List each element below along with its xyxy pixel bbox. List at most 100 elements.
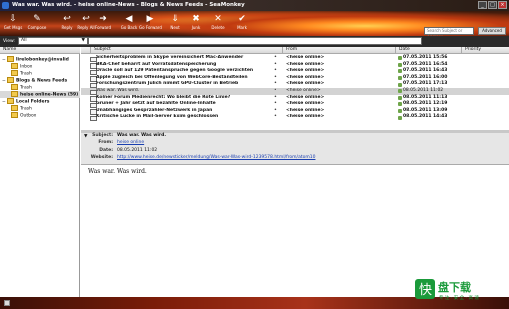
column-subject-label: Subject [94,47,111,52]
folder-item[interactable]: − lirelobonkey@invalid [0,56,80,63]
table-row[interactable]: Was war. Was wird. • <heise online> 08.05.2… [81,88,509,95]
search-input[interactable]: Search Subject or Address [424,27,474,39]
read-status-icon[interactable]: • [274,68,277,75]
back-icon: ◀ [125,14,133,24]
column-from[interactable]: From [282,47,395,54]
forward-button[interactable]: ➜ Forward [92,13,114,36]
junk-status-icon[interactable] [398,89,402,94]
column-thread-icon[interactable] [81,47,90,54]
column-date-label: Date [399,47,410,52]
folder-item[interactable]: Trash [0,84,80,91]
junk-status-icon[interactable] [398,115,402,120]
row-from: <heise online> [286,68,325,74]
row-subject: Sicherheitsproblem in Skype vereinsicher… [96,55,244,60]
junk-status-icon[interactable] [398,82,402,87]
table-row[interactable]: Oracle soll auf 129 Patentansprüche gege… [81,68,509,76]
folder-item[interactable]: Outbox [0,112,80,119]
message-from-link[interactable]: heise online [117,140,144,146]
delete-icon: ✕ [214,14,222,24]
read-status-icon[interactable]: • [274,95,277,102]
column-priority[interactable]: Priority [461,47,509,54]
folder-item[interactable]: Inbox [0,63,80,70]
folder-label: Outbox [20,113,37,119]
row-from: <heise online> [286,74,325,80]
junk-status-icon[interactable] [398,108,402,113]
row-from: <heise online> [286,61,325,67]
read-status-icon[interactable]: • [274,81,277,88]
read-status-icon[interactable]: • [274,88,277,95]
read-status-icon[interactable]: • [274,108,277,115]
svg-text:专 注 · 安 全 · 高 速: 专 注 · 安 全 · 高 速 [439,294,479,301]
go-forward-button[interactable]: ▶ Go Forward [139,13,162,36]
go-back-button[interactable]: ◀ Go Back [118,13,140,36]
column-date[interactable]: Date [395,47,461,54]
next-button[interactable]: ⇓ Next [164,13,186,36]
folder-label: heise online-News (59) [20,92,79,98]
row-from: <heise online> [286,114,325,120]
column-priority-label: Priority [465,47,482,52]
read-status-icon[interactable]: • [274,62,277,69]
compose-button[interactable]: ✎ Compose [26,13,48,36]
advanced-search-button[interactable]: Advanced [478,27,506,35]
toolbar-button-label: Junk [191,25,201,30]
junk-status-icon[interactable] [398,75,402,80]
view-select[interactable]: All ▼ [18,37,88,45]
table-row[interactable]: Gruner + Jahr setzt auf bezahlte Online-… [81,101,509,109]
quick-filter-input[interactable] [88,37,422,45]
message-website-link[interactable]: http://www.heise.de/newsticker/meldung/W… [117,155,315,161]
folder-icon [7,56,14,62]
folder-item[interactable]: Trash [0,105,80,112]
table-row[interactable]: Forschungszentrum Jülich nimmt GPU-Clust… [81,81,509,89]
folder-item[interactable]: heise online-News (59) [0,91,80,98]
toolbar-button-label: Go Back [120,25,138,30]
maximize-button[interactable]: □ [488,1,497,9]
mark-icon: ✔ [238,14,246,24]
toolbar-button-label: Mark [237,25,247,30]
minimize-button[interactable]: _ [478,1,487,9]
junk-status-icon[interactable] [398,102,402,107]
row-from: <heise online> [286,88,321,93]
compose-icon: ✎ [33,14,41,24]
get-msgs-button[interactable]: ⇩ Get Msgs [2,13,24,36]
table-row[interactable]: Sicherheitsproblem in Skype vereinsicher… [81,55,509,62]
read-status-icon[interactable]: • [274,101,277,108]
mark-button[interactable]: ✔ Mark [231,13,253,36]
read-status-icon[interactable]: • [274,75,277,82]
column-subject[interactable]: Subject [90,47,282,54]
forward-arrow-icon: ▶ [146,14,154,24]
junk-icon: ✖ [192,14,200,24]
folder-item[interactable]: − Blogs & News Feeds [0,77,80,84]
delete-button[interactable]: ✕ Delete [207,13,229,36]
read-status-icon[interactable]: • [274,55,277,62]
row-subject: Kritische Lücke in Mail-Server Exim gesc… [96,114,219,120]
folder-item[interactable]: − Local Folders [0,98,80,105]
junk-status-icon[interactable] [398,56,402,61]
close-button[interactable]: × [498,1,507,9]
row-from: <heise online> [286,55,325,60]
view-label: View: [3,39,15,44]
left-pane-scroll-icon[interactable] [4,300,10,306]
view-select-value: All [21,38,27,43]
row-subject: Was war. Was wird. [96,88,140,93]
folder-item[interactable]: Trash [0,70,80,77]
row-date: 08.05.2011 14:43 [403,114,448,120]
folder-label: Trash [20,85,32,91]
folder-label: lirelobonkey@invalid [16,57,69,63]
message-header: ▼ Subject: Was war. Was wird. From: heis… [81,133,509,165]
read-status-icon[interactable]: • [274,114,277,121]
app-icon [2,2,9,9]
junk-status-icon[interactable] [398,69,402,74]
table-row[interactable]: Kritische Lücke in Mail-Server Exim gesc… [81,114,509,122]
junk-status-icon[interactable] [398,95,402,100]
row-date: 07.05.2011 16:43 [403,68,448,74]
toolbar-button-label: Go Forward [139,25,162,30]
folder-icon [11,70,18,76]
row-date: 07.05.2011 17:13 [403,81,448,87]
reply-all-icon: ↩ [82,14,90,24]
junk-button[interactable]: ✖ Junk [185,13,207,36]
row-from: <heise online> [286,94,325,100]
folder-pane-header[interactable]: Name [0,47,80,54]
junk-status-icon[interactable] [398,62,402,67]
row-date: 08.05.2011 12:19 [403,101,448,107]
website-label: Website: [90,155,113,160]
